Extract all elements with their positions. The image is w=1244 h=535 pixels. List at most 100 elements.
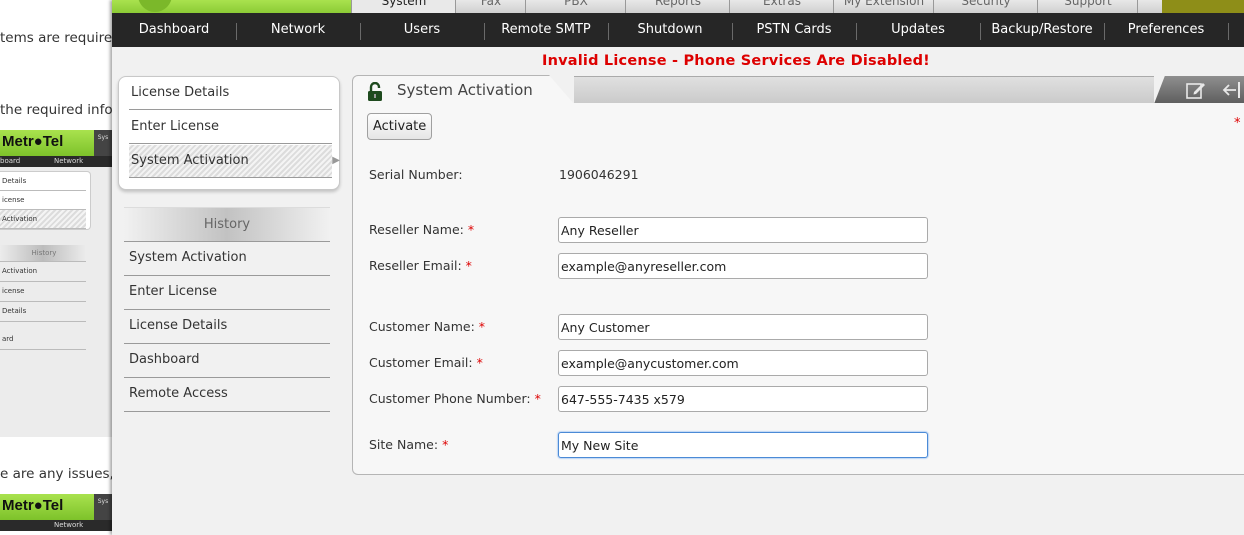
edit-icon[interactable] — [1186, 81, 1206, 99]
panel-tab-bar: System Activation — [352, 75, 1244, 105]
sidebar-item-label: System Activation — [131, 153, 249, 168]
brand-logo-icon — [138, 0, 172, 12]
nav-backup-restore[interactable]: Backup/Restore — [980, 13, 1104, 47]
history-item-dashboard[interactable]: Dashboard — [124, 344, 330, 378]
thumb-history-header: History — [0, 245, 86, 262]
sidebar-item-system-activation[interactable]: System Activation ▶ — [129, 145, 340, 178]
thumb-history-item: icense — [0, 282, 86, 302]
app-window: System Fax PBX Reports Extras My Extensi… — [112, 0, 1244, 535]
required-star: * — [478, 319, 486, 334]
panel-title: System Activation — [397, 81, 533, 99]
field-label-text: Reseller Email: — [369, 258, 462, 273]
activate-button[interactable]: Activate — [367, 113, 433, 140]
history-item-license-details[interactable]: License Details — [124, 310, 330, 344]
thumb-body: Details icense Activation History Activa… — [0, 167, 112, 437]
thumb-sidebar: Details icense Activation — [0, 171, 91, 230]
reseller-name-label: Reseller Name: * — [369, 222, 474, 237]
thumb-nav: Network — [0, 520, 112, 531]
customer-name-label: Customer Name: * — [369, 319, 485, 334]
required-star: * — [442, 437, 449, 452]
thumb-nav-item: Network — [54, 157, 84, 165]
required-star: * — [534, 391, 541, 406]
serial-number-label: Serial Number: — [369, 167, 463, 182]
nav-users[interactable]: Users — [360, 13, 484, 47]
required-star: * — [465, 258, 472, 273]
thumb-history: History Activation icense Details ard — [0, 245, 108, 350]
nav-shutdown[interactable]: Shutdown — [608, 13, 732, 47]
thumb-item: Activation — [0, 210, 86, 229]
top-tab-extras[interactable]: Extras — [729, 0, 834, 13]
reseller-name-input[interactable] — [558, 217, 928, 243]
history-header: History — [124, 207, 330, 242]
tab-bar-background — [574, 76, 1154, 105]
field-label-text: Site Name: — [369, 437, 439, 452]
customer-phone-input[interactable] — [558, 386, 928, 412]
thumb-history-item: Details — [0, 302, 86, 322]
more-tabs-icon[interactable] — [1137, 0, 1162, 13]
background-document: tems are required the required inform Me… — [0, 0, 112, 535]
top-tab-fax[interactable]: Fax — [455, 0, 526, 13]
sidebar-item-license-details[interactable]: License Details — [129, 77, 332, 110]
unlocked-icon — [368, 82, 382, 101]
nav-preferences[interactable]: Preferences — [1104, 13, 1228, 47]
thumb-tab: Sys — [94, 130, 112, 156]
nav-dashboard[interactable]: Dashboard — [112, 13, 236, 47]
doc-screenshot-thumbnail: Metr●Tel Sys board Network Details icens… — [0, 130, 112, 437]
history-item-enter-license[interactable]: Enter License — [124, 276, 330, 310]
history-item-system-activation[interactable]: System Activation — [124, 242, 330, 276]
field-label-text: Customer Name: — [369, 319, 475, 334]
history-panel: History System Activation Enter License … — [124, 207, 330, 412]
collapse-panel-icon[interactable] — [1222, 81, 1242, 99]
thumb-nav-item: board — [0, 157, 21, 165]
nav-divider — [1228, 23, 1229, 40]
field-label-text: Customer Phone Number: — [369, 391, 531, 406]
top-brand-bar: System Fax PBX Reports Extras My Extensi… — [112, 0, 1244, 13]
required-star: * — [467, 222, 475, 237]
top-bar-accent — [1162, 0, 1244, 13]
history-item-remote-access[interactable]: Remote Access — [124, 378, 330, 412]
doc-text-line: e are any issues, f — [0, 466, 112, 482]
top-tab-security[interactable]: Security — [933, 0, 1038, 13]
sidebar-menu: License Details Enter License System Act… — [118, 76, 340, 190]
doc-text-line: tems are required — [0, 30, 112, 46]
main-nav: Dashboard Network Users Remote SMTP Shut… — [112, 13, 1244, 47]
license-warning-banner: Invalid License - Phone Services Are Dis… — [542, 53, 930, 69]
thumb-logo-text: Metr●Tel — [2, 497, 64, 514]
doc-screenshot-thumbnail: Metr●Tel Sys Network — [0, 494, 112, 535]
top-tab-pbx[interactable]: PBX — [525, 0, 626, 13]
customer-phone-label: Customer Phone Number: * — [369, 391, 541, 406]
thumb-history-item: ard — [0, 330, 86, 350]
thumb-logo-text: Metr●Tel — [2, 133, 64, 150]
serial-number-value: 1906046291 — [559, 167, 639, 182]
field-label-text: Customer Email: — [369, 355, 473, 370]
thumb-tab: Sys — [94, 494, 112, 520]
tab-system-activation[interactable]: System Activation — [352, 75, 575, 105]
top-tab-reports[interactable]: Reports — [625, 0, 730, 13]
customer-email-input[interactable] — [558, 350, 928, 376]
reseller-email-label: Reseller Email: * — [369, 258, 472, 273]
nav-updates[interactable]: Updates — [856, 13, 980, 47]
reseller-email-input[interactable] — [558, 253, 928, 279]
chevron-right-icon: ▶ — [332, 155, 340, 166]
thumb-nav-item: Network — [54, 521, 84, 529]
top-tab-my-extension[interactable]: My Extension — [833, 0, 934, 13]
site-name-input[interactable] — [558, 432, 928, 458]
thumb-nav: board Network — [0, 156, 112, 167]
nav-remote-smtp[interactable]: Remote SMTP — [484, 13, 608, 47]
thumb-item: icense — [0, 191, 86, 210]
required-star: * — [476, 355, 483, 370]
required-fields-marker: * — [1234, 116, 1241, 131]
top-tab-support[interactable]: Support — [1037, 0, 1138, 13]
sidebar-item-enter-license[interactable]: Enter License — [129, 111, 332, 144]
site-name-label: Site Name: * — [369, 437, 448, 452]
nav-pstn-cards[interactable]: PSTN Cards — [732, 13, 856, 47]
thumb-item: Details — [0, 172, 86, 191]
customer-email-label: Customer Email: * — [369, 355, 483, 370]
thumb-logo: Metr●Tel Sys — [0, 494, 112, 520]
field-label-text: Reseller Name: — [369, 222, 464, 237]
doc-text-line: the required inform — [0, 102, 112, 118]
thumb-history-item: Activation — [0, 262, 86, 282]
nav-network[interactable]: Network — [236, 13, 360, 47]
top-tab-system[interactable]: System — [351, 0, 456, 13]
customer-name-input[interactable] — [558, 314, 928, 340]
